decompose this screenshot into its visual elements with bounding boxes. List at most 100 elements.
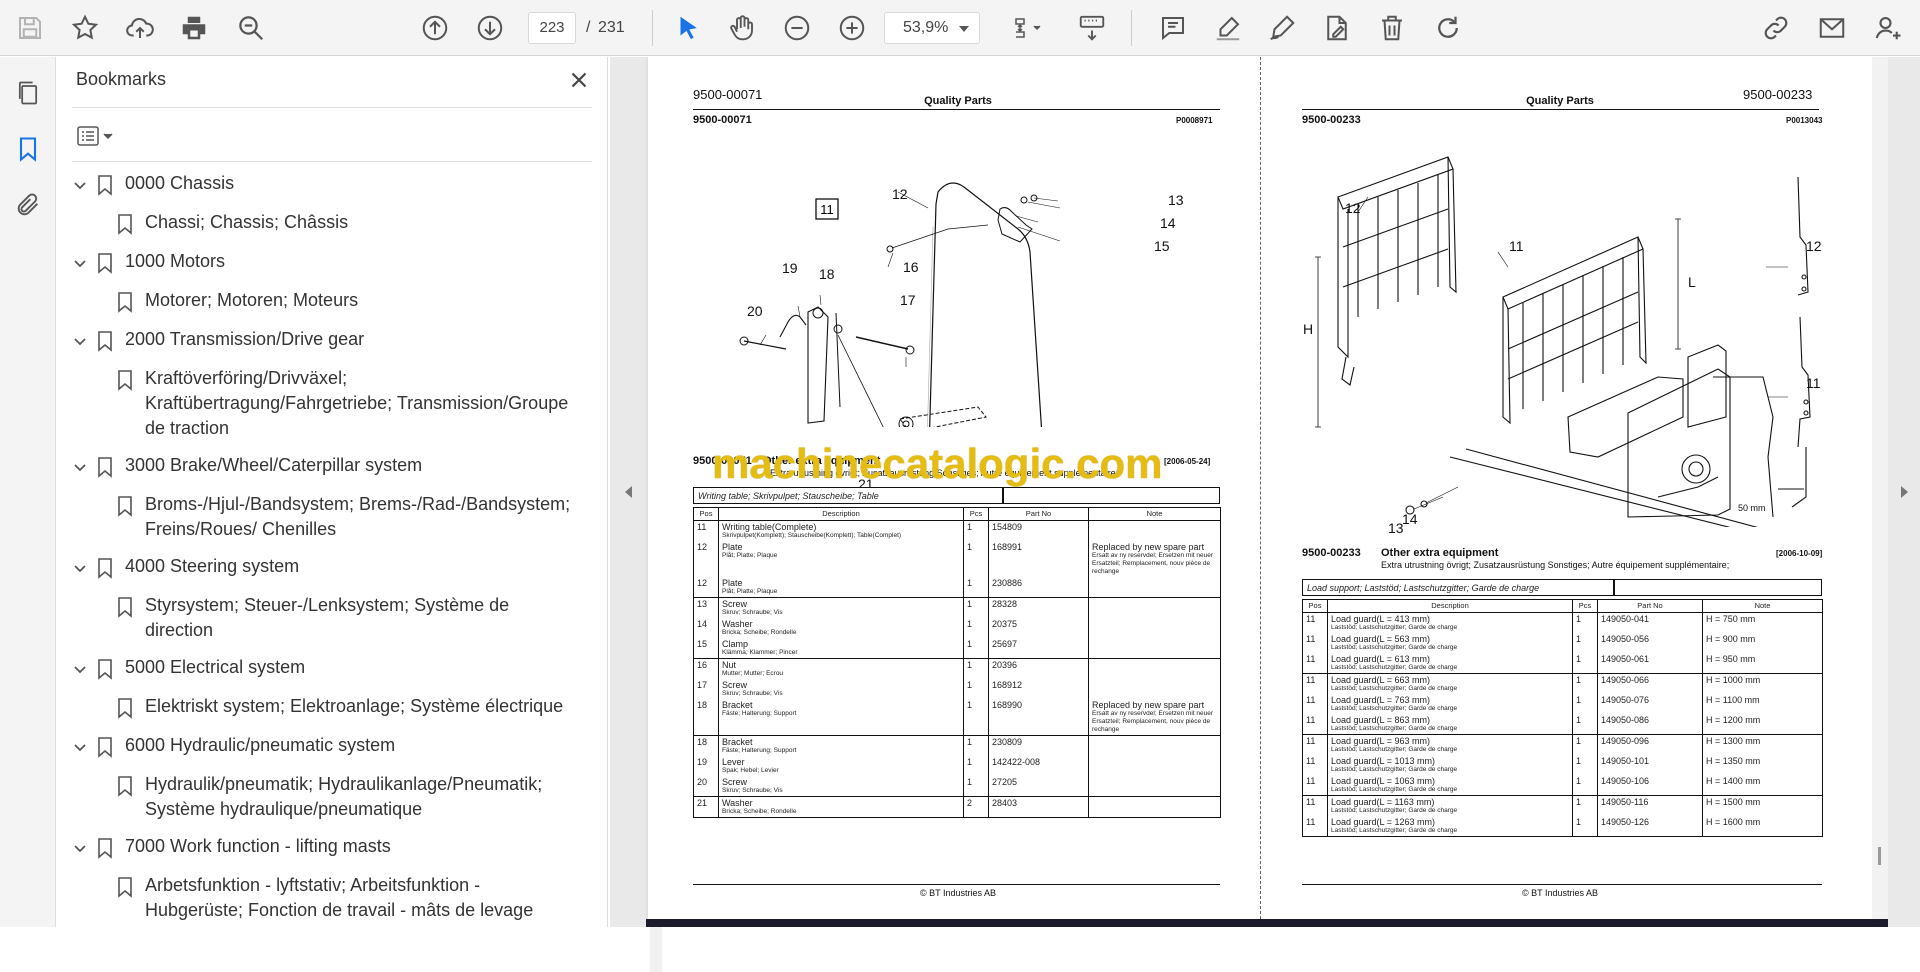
description: Writing table(Complete) — [722, 522, 817, 532]
page-number-input[interactable]: 223 — [528, 12, 576, 44]
highlight-pen-icon[interactable] — [1210, 0, 1246, 56]
chevron-down-icon[interactable] — [72, 331, 88, 347]
bookmark-item[interactable]: 5000 Electrical system — [56, 649, 596, 688]
bookmark-subitem[interactable]: Elektriskt system; Elektroanlage; Systèm… — [56, 688, 596, 727]
load-guard-diagram — [1315, 156, 1811, 527]
part-number-cell: 168991 — [988, 541, 1089, 577]
share-link-icon[interactable] — [1758, 0, 1794, 56]
table-row: 17 Screw Skruv; Schraube; Vis 1 168912 — [693, 679, 1221, 699]
hand-tool-icon[interactable] — [724, 0, 760, 56]
table-row: 11 Load guard(L = 613 mm) Laststöd; Lastsc… — [1302, 653, 1823, 674]
save-icon[interactable] — [12, 0, 48, 56]
pos-cell: 11 — [1302, 714, 1328, 735]
page-thumbnails-icon[interactable] — [10, 75, 46, 111]
description-translation: Fäste; Halterung; Support — [722, 710, 797, 717]
attachments-icon[interactable] — [10, 187, 46, 223]
table-row: 15 Clamp Klämma; Klammer; Pincer 1 25697 — [693, 638, 1221, 659]
bookmark-item[interactable]: 1000 Motors — [56, 243, 596, 282]
chevron-down-icon[interactable] — [72, 737, 88, 753]
chevron-down-icon[interactable] — [72, 175, 88, 191]
zoom-out-icon[interactable] — [779, 0, 815, 56]
table-row: 16 Nut Mutter; Mutter; Ecrou 1 20396 — [693, 658, 1221, 679]
bookmark-subitem[interactable]: Kraftöverföring/Drivväxel; Kraftübertrag… — [56, 360, 596, 447]
description-cell: Load guard(L = 963 mm) Laststöd; Lastschu… — [1327, 734, 1573, 755]
pcs-cell: 1 — [1572, 673, 1598, 694]
right-section-date: [2006-10-09] — [1776, 549, 1823, 558]
expand-right-panel-button[interactable] — [1888, 57, 1920, 927]
bookmark-label: 7000 Work function - lifting masts — [125, 836, 391, 856]
account-icon[interactable] — [1870, 0, 1906, 56]
collapse-sidebar-button[interactable] — [610, 57, 646, 927]
star-icon[interactable] — [67, 0, 103, 56]
watermark: machinecatalogic.com — [712, 440, 1163, 487]
bookmark-item[interactable]: 4000 Steering system — [56, 548, 596, 587]
bookmark-subitem[interactable]: Styrsystem; Steuer-/Lenksystem; Système … — [56, 587, 596, 649]
chevron-down-icon[interactable] — [72, 457, 88, 473]
chevron-down-icon[interactable] — [72, 558, 88, 574]
scrollbar-thumb[interactable] — [1878, 847, 1881, 865]
bookmark-label: 2000 Transmission/Drive gear — [125, 329, 365, 349]
document-scrollbar[interactable] — [1872, 57, 1888, 927]
dimension-50mm: 50 mm — [1738, 503, 1766, 513]
right-caption-spacer — [1614, 579, 1822, 596]
status-strip — [646, 919, 1888, 927]
page-fit-icon[interactable] — [1002, 0, 1052, 56]
zoom-in-icon[interactable] — [834, 0, 870, 56]
bookmark-subitem[interactable]: Broms-/Hjul-/Bandsystem; Brems-/Rad-/Ban… — [56, 486, 596, 548]
pcs-cell: 1 — [1572, 795, 1598, 816]
upload-cloud-icon[interactable] — [122, 0, 158, 56]
description-translation: Laststöd; Lastschutzgitter; Garde de cha… — [1331, 746, 1458, 753]
delete-trash-icon[interactable] — [1374, 0, 1410, 56]
pcs-cell: 1 — [1572, 775, 1598, 796]
chevron-down-icon[interactable] — [72, 253, 88, 269]
zoom-select[interactable]: 53,9% — [884, 12, 980, 44]
bookmark-subitem[interactable]: Arbetsfunktion - lyftstativ; Arbeitsfunk… — [56, 867, 596, 927]
bookmark-icon — [116, 875, 134, 899]
zoom-search-icon[interactable] — [233, 0, 269, 56]
email-icon[interactable] — [1814, 0, 1850, 56]
note-cell — [1088, 658, 1221, 679]
bookmarks-panel-icon[interactable] — [10, 131, 46, 167]
divider — [72, 161, 592, 162]
bookmark-subitem[interactable]: Chassi; Chassis; Châssis — [56, 204, 596, 243]
close-icon[interactable] — [566, 67, 592, 93]
next-page-icon[interactable] — [472, 0, 508, 56]
fill-sign-icon[interactable] — [1319, 0, 1355, 56]
bookmark-item[interactable]: 7000 Work function - lifting masts — [56, 828, 596, 867]
chevron-down-icon[interactable] — [72, 659, 88, 675]
scrolling-mode-icon[interactable] — [1074, 0, 1110, 56]
chevron-down-icon[interactable] — [72, 838, 88, 854]
note: H = 1100 mm — [1706, 695, 1760, 705]
print-icon[interactable] — [176, 0, 212, 56]
bookmark-label: Elektriskt system; Elektroanlage; Systèm… — [145, 696, 564, 716]
description-translation: Spak; Hebel; Levier — [722, 767, 779, 774]
description-translation: Laststöd; Lastschutzgitter; Garde de cha… — [1331, 685, 1458, 692]
zoom-value: 53,9% — [903, 19, 949, 36]
bookmark-subitem[interactable]: Hydraulik/pneumatik; Hydraulikanlage/Pne… — [56, 766, 596, 828]
right-parts-table: Pos Description Pcs Part No Note 11 Load … — [1302, 599, 1823, 837]
select-cursor-icon[interactable] — [670, 0, 706, 56]
draw-tool-icon[interactable] — [1264, 0, 1300, 56]
bookmark-item[interactable]: 3000 Brake/Wheel/Caterpillar system — [56, 447, 596, 486]
part-number-cell: 230886 — [988, 577, 1089, 598]
bookmark-item[interactable]: 6000 Hydraulic/pneumatic system — [56, 727, 596, 766]
description-translation: Laststöd; Lastschutzgitter; Garde de cha… — [1331, 786, 1458, 793]
description-cell: Writing table(Complete) Skrivpulpet(Kompl… — [718, 520, 964, 541]
note-cell: H = 1500 mm — [1702, 795, 1823, 816]
callout-11: 11 — [1509, 238, 1524, 254]
bookmark-item[interactable]: 2000 Transmission/Drive gear — [56, 321, 596, 360]
note-translation: Ersatt av ny reservdel; Ersetzen mit neu… — [1092, 710, 1214, 733]
table-row: 11 Load guard(L = 763 mm) Laststöd; Lastsc… — [1302, 694, 1823, 714]
pos-cell: 11 — [1302, 653, 1328, 674]
description: Screw — [722, 680, 748, 690]
previous-page-icon[interactable] — [417, 0, 453, 56]
note: H = 1350 mm — [1706, 756, 1761, 766]
bookmark-subitem[interactable]: Motorer; Motoren; Moteurs — [56, 282, 596, 321]
comment-icon[interactable] — [1155, 0, 1191, 56]
column-header: Note — [1702, 599, 1823, 613]
bookmark-icon — [116, 494, 134, 518]
pcs-cell: 1 — [963, 776, 989, 797]
bookmark-options-button[interactable] — [74, 121, 120, 151]
bookmark-item[interactable]: 0000 Chassis — [56, 165, 596, 204]
rotate-icon[interactable] — [1430, 0, 1466, 56]
